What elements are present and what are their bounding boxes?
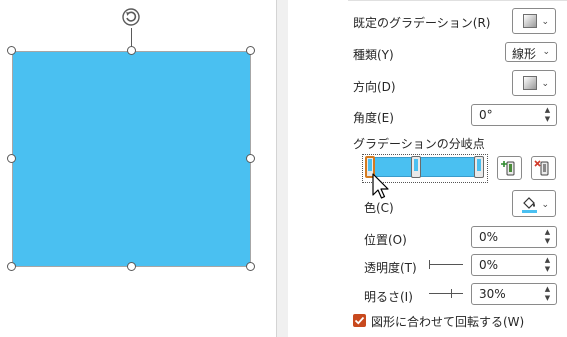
- chevron-down-icon: ⌄: [541, 79, 549, 89]
- paint-bucket-icon: [522, 197, 537, 213]
- angle-label: 角度(E): [353, 111, 394, 125]
- slide-canvas[interactable]: [0, 0, 276, 337]
- selected-rectangle-shape[interactable]: [12, 51, 251, 267]
- add-gradient-stop-button[interactable]: [497, 156, 522, 180]
- chevron-down-icon: ⌄: [541, 17, 549, 27]
- type-label: 種類(Y): [353, 48, 394, 62]
- spin-arrows-icon[interactable]: ▲ ▼: [543, 256, 552, 274]
- direction-button[interactable]: ⌄: [512, 70, 556, 96]
- resize-handle-top-right[interactable]: [246, 46, 255, 55]
- preset-gradients-button[interactable]: ⌄: [512, 8, 556, 34]
- checkmark-icon: [354, 316, 365, 325]
- spin-arrows-icon[interactable]: ▲ ▼: [543, 228, 552, 246]
- resize-handle-bottom[interactable]: [127, 262, 136, 271]
- spin-arrows-icon[interactable]: ▲ ▼: [543, 106, 552, 124]
- transparency-slider-thumb[interactable]: [429, 260, 430, 269]
- position-value: 0%: [479, 230, 499, 244]
- remove-gradient-stop-icon: [534, 160, 549, 176]
- rotate-handle-icon[interactable]: [121, 7, 141, 27]
- gradient-stop-3[interactable]: [474, 156, 484, 178]
- resize-handle-right[interactable]: [246, 154, 255, 163]
- resize-handle-top[interactable]: [127, 46, 136, 55]
- angle-spinner[interactable]: 0° ▲ ▼: [471, 104, 557, 126]
- position-spinner[interactable]: 0% ▲ ▼: [471, 226, 557, 248]
- transparency-slider[interactable]: [429, 260, 463, 269]
- resize-handle-bottom-right[interactable]: [246, 262, 255, 271]
- panel-top-rule: [348, 0, 567, 1]
- brightness-label: 明るさ(I): [364, 290, 413, 304]
- brightness-slider-thumb[interactable]: [451, 289, 452, 298]
- chevron-down-icon: ⌄: [541, 200, 549, 210]
- pane-gutter: [277, 0, 288, 337]
- gradient-stop-2[interactable]: [411, 156, 421, 178]
- transparency-spinner[interactable]: 0% ▲ ▼: [471, 254, 557, 276]
- transparency-label: 透明度(T): [364, 261, 417, 275]
- mouse-pointer-icon: [372, 173, 389, 199]
- resize-handle-bottom-left[interactable]: [7, 262, 16, 271]
- brightness-value: 30%: [479, 287, 506, 301]
- gradient-swatch-icon: [523, 14, 537, 28]
- spin-arrows-icon[interactable]: ▲ ▼: [543, 285, 552, 303]
- add-gradient-stop-icon: [501, 161, 515, 176]
- gradient-stops-label: グラデーションの分岐点: [353, 137, 485, 151]
- color-picker-button[interactable]: ⌄: [512, 190, 556, 217]
- type-dropdown[interactable]: 線形 ⌄: [505, 42, 557, 62]
- rotate-with-shape-label[interactable]: 図形に合わせて回転する(W): [371, 313, 524, 330]
- position-label: 位置(O): [364, 233, 407, 247]
- remove-gradient-stop-button[interactable]: [531, 156, 556, 180]
- resize-handle-left[interactable]: [7, 154, 16, 163]
- preset-gradients-label: 既定のグラデーション(R): [353, 16, 491, 30]
- direction-label: 方向(D): [353, 80, 396, 94]
- angle-value: 0°: [479, 108, 493, 122]
- rotate-with-shape-checkbox[interactable]: [353, 314, 366, 327]
- transparency-value: 0%: [479, 258, 499, 272]
- brightness-slider[interactable]: [429, 289, 463, 298]
- gradient-direction-swatch-icon: [523, 76, 537, 90]
- brightness-spinner[interactable]: 30% ▲ ▼: [471, 283, 557, 305]
- chevron-down-icon: ⌄: [542, 47, 550, 57]
- resize-handle-top-left[interactable]: [7, 46, 16, 55]
- type-value: 線形: [512, 47, 537, 61]
